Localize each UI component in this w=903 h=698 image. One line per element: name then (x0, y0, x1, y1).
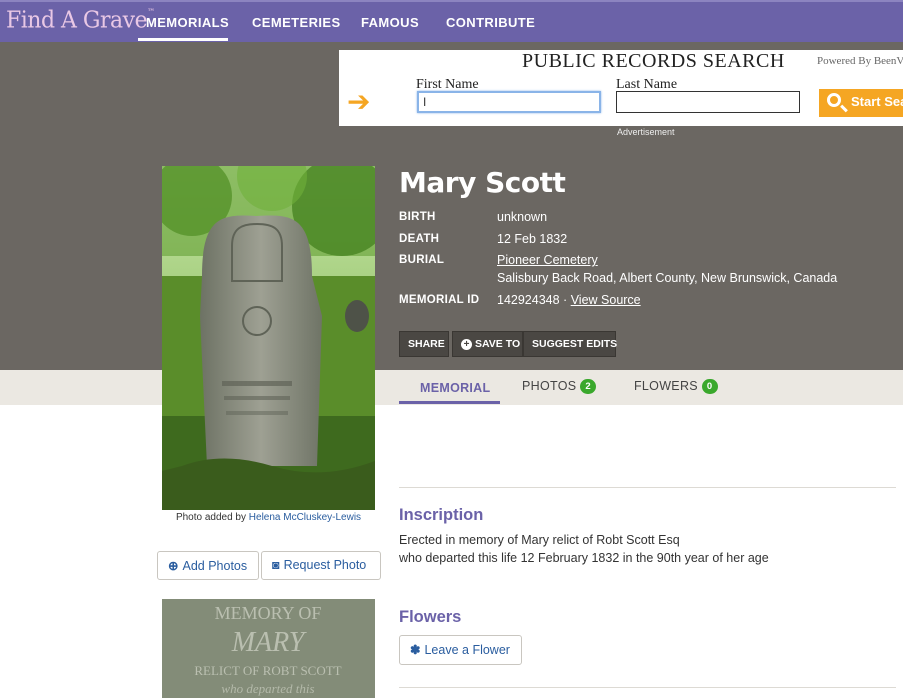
nav-memorials[interactable]: MEMORIALS (146, 15, 229, 30)
headstone-photo[interactable] (162, 166, 375, 510)
death-value: 12 Feb 1832 (497, 232, 568, 246)
request-photo-button[interactable]: ◙ Request Photo (261, 551, 381, 580)
flowers-count-badge: 0 (701, 379, 718, 394)
nav-contribute[interactable]: CONTRIBUTE (446, 15, 535, 30)
top-nav: Find A Grave™ MEMORIALS CEMETERIES FAMOU… (0, 0, 903, 42)
photo-contributor-link[interactable]: Helena McCluskey-Lewis (249, 512, 361, 523)
nav-cemeteries[interactable]: CEMETERIES (252, 15, 341, 30)
svg-text:who departed this: who departed this (221, 681, 314, 696)
start-search-label: Start Search (851, 94, 903, 109)
site-logo[interactable]: Find A Grave™ (6, 7, 155, 33)
burial-label: BURIAL (399, 254, 445, 266)
photo-caption: Photo added by Helena McCluskey-Lewis (162, 512, 375, 523)
tab-flowers[interactable]: FLOWERS 0 (634, 379, 718, 394)
memorial-name: Mary Scott (399, 166, 566, 199)
inscription-line-1: Erected in memory of Mary relict of Robt… (399, 533, 680, 547)
memorial-id-label: MEMORIAL ID (399, 294, 480, 306)
birth-value: unknown (497, 210, 548, 224)
add-photos-label: Add Photos (182, 559, 248, 573)
memorial-id-value: 142924348 · (497, 293, 568, 307)
save-to-label: SAVE TO (475, 338, 521, 350)
arrow-right-icon: ➔ (347, 85, 371, 118)
photos-count-badge: 2 (580, 379, 596, 394)
start-search-button[interactable]: Start Search (819, 89, 903, 117)
plus-circle-icon: ⊕ (168, 559, 179, 573)
death-label: DEATH (399, 233, 440, 245)
birth-label: BIRTH (399, 211, 436, 223)
svg-text:MARY: MARY (231, 627, 308, 658)
add-photos-button[interactable]: ⊕ Add Photos (157, 551, 259, 580)
camera-icon: ◙ (272, 558, 280, 572)
search-icon (827, 93, 841, 107)
svg-text:RELICT OF ROBT SCOTT: RELICT OF ROBT SCOTT (194, 663, 341, 678)
request-photo-label: Request Photo (283, 558, 367, 572)
inscription-line-2: who departed this life 12 February 1832 … (399, 551, 769, 565)
burial-location: Salisbury Back Road, Albert County, New … (497, 271, 838, 285)
ad-title: PUBLIC RECORDS SEARCH (522, 50, 785, 72)
divider (399, 487, 896, 488)
last-name-input[interactable] (616, 91, 800, 113)
flower-icon: ✽ (410, 643, 421, 657)
view-source-link[interactable]: View Source (571, 293, 641, 307)
active-tab-indicator (399, 401, 500, 404)
burial-cemetery-link[interactable]: Pioneer Cemetery (497, 253, 598, 267)
share-button[interactable]: SHARE (399, 331, 449, 357)
first-name-input[interactable]: I (417, 91, 601, 113)
divider (399, 687, 896, 688)
burial-cemetery-name[interactable]: Pioneer Cemetery (497, 253, 598, 267)
save-to-button[interactable]: + SAVE TO (452, 331, 523, 357)
tab-photos[interactable]: PHOTOS 2 (522, 379, 596, 394)
flowers-heading: Flowers (399, 608, 462, 626)
leave-a-flower-label: Leave a Flower (424, 643, 510, 657)
nav-active-indicator (138, 38, 228, 41)
nav-famous[interactable]: FAMOUS (361, 15, 419, 30)
ad-powered-by: Powered By BeenVerified (817, 55, 903, 67)
inscription-photo[interactable]: MEMORY OF MARY RELICT OF ROBT SCOTT who … (162, 599, 375, 698)
photo-caption-prefix: Photo added by (175, 512, 246, 523)
suggest-edits-button[interactable]: SUGGEST EDITS (523, 331, 617, 357)
inscription-heading: Inscription (399, 506, 484, 524)
advertisement-banner[interactable]: PUBLIC RECORDS SEARCH Powered By BeenVer… (339, 50, 903, 126)
tab-flowers-label: FLOWERS (634, 379, 698, 393)
advertisement-label: Advertisement (617, 127, 675, 137)
svg-text:MEMORY OF: MEMORY OF (215, 603, 322, 623)
tab-photos-label: PHOTOS (522, 379, 577, 393)
leave-a-flower-button[interactable]: ✽ Leave a Flower (399, 635, 522, 665)
memorial-id-row: 142924348 · View Source (497, 293, 641, 307)
tab-memorial[interactable]: MEMORIAL (420, 381, 490, 395)
plus-circle-icon: + (461, 339, 472, 350)
